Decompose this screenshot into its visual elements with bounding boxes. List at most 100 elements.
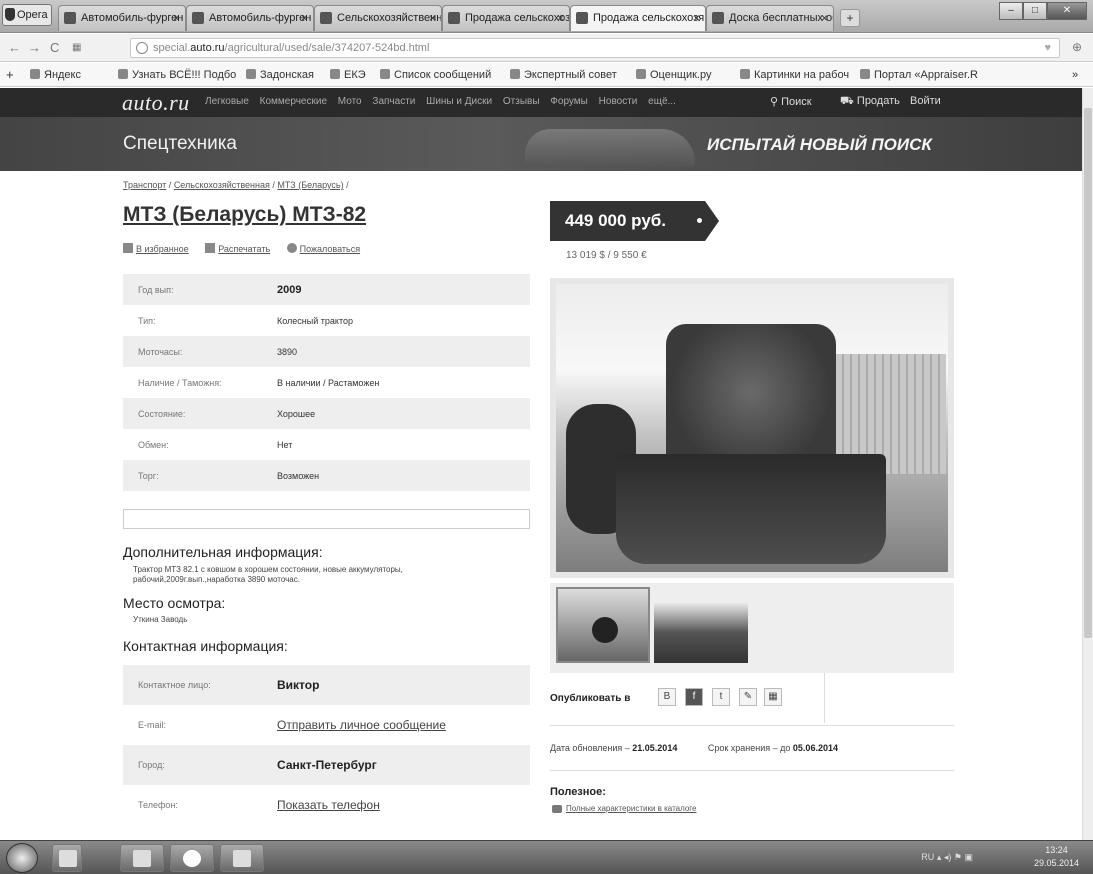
taskbar-opera-icon[interactable]: [170, 844, 214, 872]
menu-item[interactable]: ещё...: [648, 96, 676, 107]
favorite-link[interactable]: В избранное: [123, 243, 189, 254]
tab-close-icon[interactable]: ×: [173, 6, 180, 30]
page-scrollbar[interactable]: [1082, 88, 1093, 840]
browser-tab[interactable]: Сельскохозяйственна ×: [314, 5, 442, 31]
scrollbar-thumb[interactable]: [1084, 108, 1092, 638]
print-link[interactable]: Распечатать: [205, 243, 270, 254]
system-tray: RU ▴ ◂) ⚑ ▣: [921, 852, 973, 863]
url-input[interactable]: special.auto.ru/agricultural/used/sale/3…: [130, 38, 1060, 58]
start-button[interactable]: [6, 843, 38, 873]
menu-item[interactable]: Отзывы: [503, 96, 540, 107]
contact-table: Контактное лицо: Виктор E-mail: Отправить …: [123, 665, 530, 825]
opera-menu-button[interactable]: Opera: [2, 4, 52, 26]
empty-panel: [123, 509, 530, 529]
browser-tab[interactable]: Продажа сельскохозя ×: [442, 5, 570, 31]
taskbar-clock[interactable]: 13:24 29.05.2014: [1034, 844, 1079, 870]
bookmark-heart-icon[interactable]: ♥: [1044, 39, 1051, 57]
section-header: Спецтехника ИСПЫТАЙ НОВЫЙ ПОИСК: [0, 117, 1082, 171]
expiry-date: 05.06.2014: [792, 743, 838, 753]
bookmark-item[interactable]: Оценщик.ру: [636, 63, 711, 87]
minimize-button[interactable]: –: [999, 2, 1023, 20]
browser-tab[interactable]: Автомобиль-фурген ×: [186, 5, 314, 31]
livejournal-share-icon[interactable]: ✎: [739, 688, 757, 706]
new-search-banner[interactable]: ИСПЫТАЙ НОВЫЙ ПОИСК: [707, 135, 932, 155]
new-tab-button[interactable]: +: [840, 9, 860, 27]
back-icon[interactable]: ←: [8, 40, 21, 55]
bookmark-item[interactable]: Узнать ВСЁ!!! Подбо: [118, 63, 236, 87]
spec-row: Моточасы: 3890: [123, 336, 530, 367]
tab-close-icon[interactable]: ×: [821, 6, 828, 30]
main-photo[interactable]: [550, 278, 954, 578]
bookmark-item[interactable]: Портал «Appraiser.R: [860, 63, 978, 87]
tab-favicon-icon: [192, 12, 204, 24]
add-bookmark-icon[interactable]: +: [6, 63, 14, 87]
menu-item[interactable]: Мото: [338, 96, 362, 107]
thumbnail-1[interactable]: [556, 587, 650, 663]
site-info-icon[interactable]: [136, 42, 148, 54]
twitter-share-icon[interactable]: t: [712, 688, 730, 706]
bookmark-icon: [636, 69, 646, 79]
volume-icon[interactable]: ◂): [944, 852, 952, 862]
divider: [550, 770, 954, 771]
thumbnail-2[interactable]: [654, 587, 748, 663]
bookmark-icon: [510, 69, 520, 79]
tab-favicon-icon: [576, 12, 588, 24]
menu-item[interactable]: Новости: [599, 96, 638, 107]
dates-row: Дата обновления – 21.05.2014 Срок хранен…: [550, 743, 838, 753]
spec-row: Обмен: Нет: [138, 439, 293, 450]
taskbar-excel-icon[interactable]: [220, 844, 264, 872]
tab-close-icon[interactable]: ×: [301, 6, 308, 30]
listing-title[interactable]: МТЗ (Беларусь) МТЗ-82: [123, 203, 366, 227]
tray-arrow-icon[interactable]: ▴: [937, 852, 942, 862]
download-icon[interactable]: ⊕: [1072, 40, 1082, 54]
bookmark-item[interactable]: Задонская: [246, 63, 314, 87]
bookmark-item[interactable]: Картинки на рабоч: [740, 63, 849, 87]
tab-close-icon[interactable]: ×: [429, 6, 436, 30]
menu-item[interactable]: Шины и Диски: [426, 96, 492, 107]
menu-item[interactable]: Легковые: [205, 96, 249, 107]
menu-item[interactable]: Запчасти: [372, 96, 415, 107]
tab-close-icon[interactable]: ×: [693, 6, 700, 30]
send-message-link[interactable]: Отправить личное сообщение: [277, 718, 446, 732]
vk-share-icon[interactable]: B: [658, 688, 676, 706]
bookmark-item[interactable]: Список сообщений: [380, 63, 491, 87]
flag-icon[interactable]: ⚑: [954, 852, 962, 862]
spec-row: Тип: Колесный трактор: [138, 315, 353, 326]
close-window-button[interactable]: ✕: [1047, 2, 1087, 20]
site-menu: Легковые Коммерческие Мото Запчасти Шины…: [205, 96, 684, 107]
language-indicator[interactable]: RU: [921, 852, 934, 862]
bookmark-item[interactable]: Яндекс: [30, 63, 81, 87]
contact-row: Контактное лицо: Виктор: [123, 665, 530, 705]
speed-dial-icon[interactable]: ▦: [72, 42, 81, 53]
show-phone-link[interactable]: Показать телефон: [277, 798, 380, 812]
menu-item[interactable]: Коммерческие: [260, 96, 327, 107]
browser-tab[interactable]: Доска бесплатных об ×: [706, 5, 834, 31]
spec-table: Год вып: 2009 Тип: Колесный трактор Моточа…: [123, 274, 530, 491]
more-share-icon[interactable]: ▦: [764, 688, 782, 706]
breadcrumb-item[interactable]: Транспорт: [123, 180, 166, 190]
sell-link[interactable]: ⛟ Продать: [840, 95, 900, 109]
login-link[interactable]: Войти: [910, 95, 941, 107]
tab-favicon-icon: [320, 12, 332, 24]
bookmark-icon: [30, 69, 40, 79]
bookmark-item[interactable]: ЕКЭ: [330, 63, 366, 87]
browser-tab[interactable]: Автомобиль-фурген ×: [58, 5, 186, 31]
maximize-button[interactable]: □: [1023, 2, 1047, 20]
reload-icon[interactable]: C: [50, 40, 59, 55]
show-desktop-button[interactable]: [52, 844, 82, 872]
search-link[interactable]: ⚲ Поиск: [770, 95, 812, 108]
taskbar-explorer-icon[interactable]: [120, 844, 164, 872]
tab-close-icon[interactable]: ×: [557, 6, 564, 30]
browser-tab-active[interactable]: Продажа сельскохозя ×: [570, 5, 706, 31]
menu-item[interactable]: Форумы: [550, 96, 588, 107]
facebook-share-icon[interactable]: f: [685, 688, 703, 706]
breadcrumb-item[interactable]: Сельскохозяйственная: [174, 180, 270, 190]
bookmark-item[interactable]: Экспертный совет: [510, 63, 617, 87]
forward-icon[interactable]: →: [28, 40, 41, 55]
catalog-link[interactable]: Полные характеристики в каталоге: [552, 804, 726, 814]
breadcrumb-item[interactable]: МТЗ (Беларусь): [277, 180, 343, 190]
site-logo[interactable]: auto.ru: [122, 90, 190, 116]
bookmarks-overflow-icon[interactable]: »: [1072, 63, 1078, 87]
network-icon[interactable]: ▣: [964, 852, 973, 862]
complain-link[interactable]: Пожаловаться: [286, 243, 360, 254]
